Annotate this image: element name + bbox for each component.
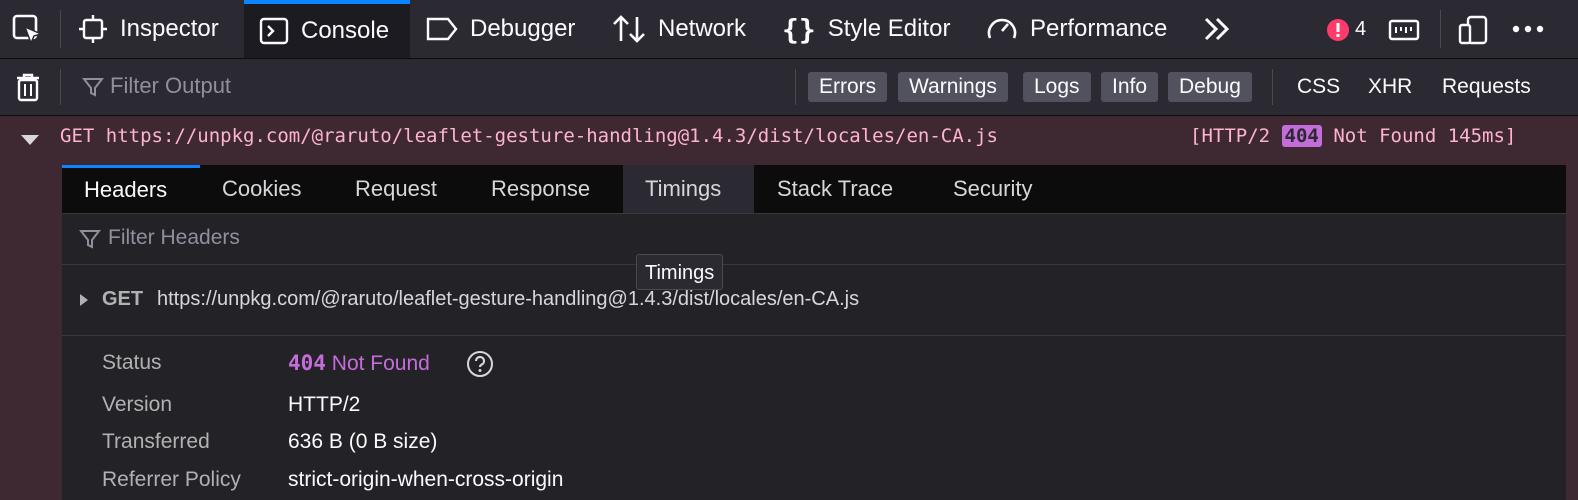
status-code: 404 bbox=[288, 351, 326, 375]
status-suffix: Not Found 145ms] bbox=[1333, 125, 1517, 147]
status-prefix: [HTTP/2 bbox=[1190, 125, 1271, 147]
more-options-icon[interactable] bbox=[1511, 18, 1545, 45]
tab-inspector[interactable]: Inspector bbox=[78, 0, 219, 58]
error-count[interactable]: 4 bbox=[1355, 18, 1366, 41]
referrer-policy-value: strict-origin-when-cross-origin bbox=[288, 468, 564, 491]
tab-console-label: Console bbox=[301, 17, 390, 44]
filter-errors-button[interactable]: Errors bbox=[808, 72, 888, 102]
filter-info-button[interactable]: Info bbox=[1101, 72, 1159, 102]
more-tabs-chevron-icon[interactable] bbox=[1202, 15, 1232, 48]
filter-divider bbox=[60, 69, 61, 105]
tab-performance-label: Performance bbox=[1030, 15, 1168, 42]
tab-network-label: Network bbox=[658, 15, 747, 42]
responsive-design-icon[interactable] bbox=[1458, 15, 1490, 50]
filter-css-button[interactable]: CSS bbox=[1297, 75, 1340, 99]
message-status: [HTTP/2 404 Not Found 145ms] bbox=[1190, 125, 1516, 147]
filter-logs-button[interactable]: Logs bbox=[1023, 72, 1091, 102]
request-method: GET bbox=[102, 288, 144, 310]
filter-funnel-icon bbox=[78, 228, 102, 255]
tab-response[interactable]: Response bbox=[469, 165, 612, 213]
tab-security[interactable]: Security bbox=[931, 165, 1054, 213]
status-value: 404 Not Found bbox=[288, 351, 430, 376]
clear-console-trash-icon[interactable] bbox=[15, 72, 41, 107]
details-tabbar: Headers Cookies Request Response Timings… bbox=[62, 165, 1566, 214]
expand-arrow-icon[interactable] bbox=[20, 130, 40, 152]
filter-requests-button[interactable]: Requests bbox=[1442, 75, 1531, 99]
timings-tooltip: Timings bbox=[636, 254, 724, 290]
filter-divider bbox=[1272, 69, 1273, 105]
inspector-icon bbox=[78, 14, 108, 44]
debugger-icon bbox=[426, 14, 458, 44]
network-icon bbox=[612, 14, 646, 44]
transferred-value: 636 B (0 B size) bbox=[288, 430, 438, 453]
tab-debugger-label: Debugger bbox=[470, 15, 576, 42]
disclosure-triangle-icon[interactable] bbox=[79, 293, 89, 312]
referrer-policy-label: Referrer Policy bbox=[102, 468, 241, 491]
message-request-url[interactable]: GET https://unpkg.com/@raruto/leaflet-ge… bbox=[60, 125, 998, 147]
toolbar-divider bbox=[60, 10, 61, 48]
filter-xhr-button[interactable]: XHR bbox=[1368, 75, 1412, 99]
version-label: Version bbox=[102, 393, 173, 416]
tab-timings[interactable]: Timings bbox=[623, 165, 754, 213]
network-request-message[interactable]: GET https://unpkg.com/@raruto/leaflet-ge… bbox=[0, 116, 1578, 158]
tab-network[interactable]: Network bbox=[612, 0, 746, 58]
toolbar-divider bbox=[1440, 10, 1441, 48]
status-code-badge: 404 bbox=[1281, 125, 1322, 147]
tab-stack-trace[interactable]: Stack Trace bbox=[755, 165, 915, 213]
style-editor-icon: {} bbox=[782, 12, 816, 46]
console-icon bbox=[259, 16, 289, 46]
tab-headers[interactable]: Headers bbox=[62, 165, 200, 213]
request-summary[interactable]: GET https://unpkg.com/@raruto/leaflet-ge… bbox=[62, 265, 1566, 336]
help-question-icon[interactable] bbox=[466, 350, 494, 384]
filter-headers-input[interactable]: Filter Headers bbox=[108, 226, 240, 250]
filter-headers-bar: Filter Headers bbox=[62, 214, 1566, 265]
network-details-panel: Headers Cookies Request Response Timings… bbox=[62, 165, 1566, 500]
tab-debugger[interactable]: Debugger bbox=[426, 0, 575, 58]
tab-performance[interactable]: Performance bbox=[986, 0, 1167, 58]
status-text: Not Found bbox=[331, 352, 430, 375]
tab-inspector-label: Inspector bbox=[120, 15, 219, 42]
tab-request[interactable]: Request bbox=[333, 165, 459, 213]
tab-style-editor[interactable]: {} Style Editor bbox=[782, 0, 950, 58]
tab-style-editor-label: Style Editor bbox=[827, 15, 951, 42]
filter-divider bbox=[795, 69, 796, 105]
filter-funnel-icon bbox=[81, 76, 105, 103]
transferred-label: Transferred bbox=[102, 430, 210, 453]
status-label: Status bbox=[102, 351, 162, 374]
filter-output-input[interactable]: Filter Output bbox=[110, 73, 231, 99]
error-count-icon[interactable] bbox=[1326, 18, 1350, 47]
tab-console[interactable]: Console bbox=[244, 0, 410, 58]
devtools-toolbar: Inspector Console Debugger Network {} St… bbox=[0, 0, 1578, 59]
console-filter-bar: Filter Output Errors Warnings Logs Info … bbox=[0, 59, 1578, 116]
ruler-icon[interactable] bbox=[1388, 17, 1420, 48]
filter-debug-button[interactable]: Debug bbox=[1168, 72, 1252, 102]
element-picker-icon[interactable] bbox=[12, 14, 44, 51]
tab-cookies[interactable]: Cookies bbox=[200, 165, 323, 213]
performance-icon bbox=[986, 14, 1018, 44]
filter-warnings-button[interactable]: Warnings bbox=[898, 72, 1008, 102]
request-url[interactable]: https://unpkg.com/@raruto/leaflet-gestur… bbox=[157, 288, 859, 311]
version-value: HTTP/2 bbox=[288, 393, 361, 416]
